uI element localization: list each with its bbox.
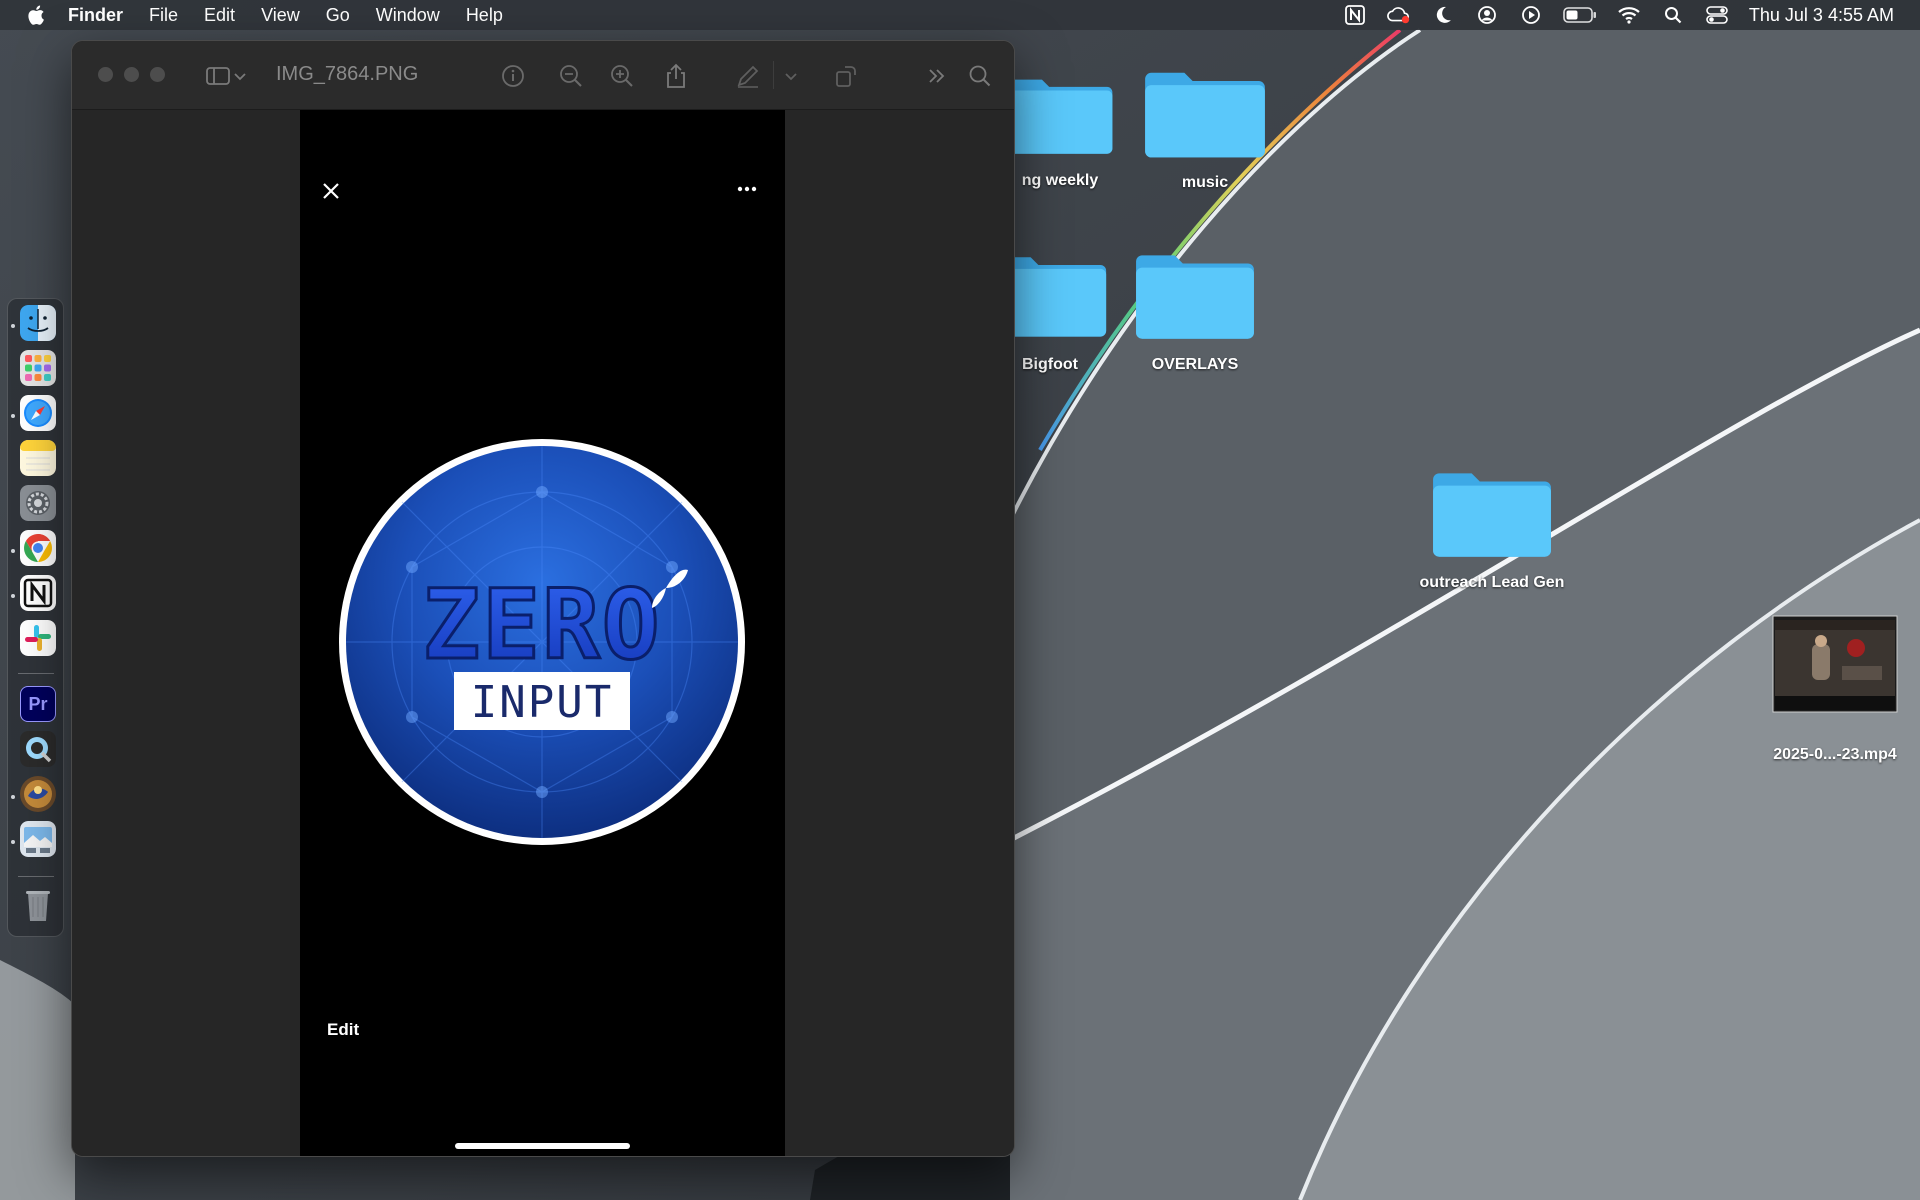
notion-icon[interactable] bbox=[20, 575, 56, 611]
apple-menu-icon[interactable] bbox=[26, 3, 48, 27]
preview-window: IMG_7864.PNG ZERO INPUT Edit bbox=[71, 40, 1015, 1157]
desktop-item-label: OVERLAYS bbox=[1151, 356, 1239, 373]
video-thumbnail bbox=[1772, 615, 1898, 713]
desktop-item-label: music bbox=[1181, 174, 1229, 191]
slack-icon[interactable] bbox=[20, 620, 56, 656]
preview-icon[interactable] bbox=[20, 821, 56, 857]
folder-icon bbox=[1136, 255, 1254, 339]
search-icon[interactable] bbox=[1661, 4, 1685, 26]
zero-input-logo: ZERO INPUT bbox=[339, 439, 745, 845]
dock-separator bbox=[18, 673, 54, 674]
quicktime-icon[interactable] bbox=[20, 731, 56, 767]
chevron-down-icon[interactable] bbox=[784, 63, 798, 89]
folder-icon bbox=[1433, 473, 1551, 557]
desktop-item-label: outreach Lead Gen bbox=[1419, 574, 1565, 591]
running-indicator bbox=[11, 795, 15, 799]
menu-clock[interactable]: Thu Jul 3 4:55 AM bbox=[1749, 5, 1894, 26]
logo-word-input: INPUT bbox=[471, 677, 613, 728]
desktop-item-label: ng weekly bbox=[1021, 172, 1099, 189]
close-icon bbox=[323, 183, 339, 199]
desktop-item-label: 2025-0...-23.mp4 bbox=[1773, 746, 1897, 763]
control-center-icon[interactable] bbox=[1705, 4, 1729, 26]
desktop-folder[interactable]: outreach Lead Gen bbox=[1400, 458, 1584, 592]
running-indicator bbox=[11, 594, 15, 598]
markup-icon[interactable] bbox=[735, 63, 761, 89]
desktop-video-file[interactable]: 2025-0...-23.mp4 bbox=[1750, 614, 1920, 764]
minimize-window-button[interactable] bbox=[124, 67, 139, 82]
sidebar-icon[interactable] bbox=[205, 63, 231, 89]
toolbar-divider bbox=[773, 61, 774, 89]
more-chevrons-icon[interactable] bbox=[924, 63, 950, 89]
system-settings-icon[interactable] bbox=[20, 485, 56, 521]
moon-icon[interactable] bbox=[1431, 4, 1455, 26]
dock: Pr bbox=[7, 298, 64, 937]
close-window-button[interactable] bbox=[98, 67, 113, 82]
running-indicator bbox=[11, 414, 15, 418]
user-circle-icon[interactable] bbox=[1475, 4, 1499, 26]
menu-bar: Finder File Edit View Go Window Help Thu… bbox=[0, 0, 1920, 30]
notes-icon[interactable] bbox=[20, 440, 56, 476]
running-indicator bbox=[11, 549, 15, 553]
desktop-folder[interactable]: music bbox=[1141, 58, 1269, 192]
desktop-folder[interactable]: OVERLAYS bbox=[1130, 240, 1260, 374]
finder-icon[interactable] bbox=[20, 305, 56, 341]
running-indicator bbox=[11, 324, 15, 328]
folder-icon bbox=[1007, 79, 1113, 154]
menu-edit[interactable]: Edit bbox=[204, 0, 235, 30]
zoom-in-icon[interactable] bbox=[609, 63, 635, 89]
window-title: IMG_7864.PNG bbox=[276, 63, 419, 85]
battery-icon[interactable] bbox=[1563, 4, 1597, 26]
app-icon[interactable] bbox=[20, 776, 56, 812]
premiere-pro-icon[interactable]: Pr bbox=[20, 686, 56, 722]
menu-go[interactable]: Go bbox=[326, 0, 350, 30]
edit-label: Edit bbox=[327, 1020, 360, 1039]
zoom-out-icon[interactable] bbox=[558, 63, 584, 89]
play-circle-icon[interactable] bbox=[1519, 4, 1543, 26]
zoom-window-button[interactable] bbox=[150, 67, 165, 82]
rotate-icon[interactable] bbox=[833, 63, 859, 89]
chrome-icon[interactable] bbox=[20, 530, 56, 566]
safari-icon[interactable] bbox=[20, 395, 56, 431]
trash-icon[interactable] bbox=[20, 887, 56, 923]
desktop-folder[interactable]: ng weekly bbox=[1000, 64, 1120, 190]
menu-view[interactable]: View bbox=[261, 0, 300, 30]
launchpad-icon[interactable] bbox=[20, 350, 56, 386]
folder-icon bbox=[1145, 72, 1265, 158]
chevron-down-icon[interactable] bbox=[233, 63, 247, 89]
image-preview: ZERO INPUT Edit bbox=[300, 110, 785, 1156]
search-icon[interactable] bbox=[967, 63, 993, 89]
window-toolbar: IMG_7864.PNG bbox=[72, 41, 1014, 110]
info-icon[interactable] bbox=[500, 63, 526, 89]
more-icon bbox=[737, 186, 757, 192]
logo-word-zero: ZERO bbox=[422, 569, 661, 681]
notion-icon[interactable] bbox=[1343, 4, 1367, 26]
status-area: Thu Jul 3 4:55 AM bbox=[1343, 0, 1920, 30]
document-area[interactable]: ZERO INPUT Edit bbox=[72, 110, 1014, 1156]
menu-window[interactable]: Window bbox=[376, 0, 440, 30]
menu-app-finder[interactable]: Finder bbox=[68, 0, 123, 30]
menu-help[interactable]: Help bbox=[466, 0, 503, 30]
wifi-icon[interactable] bbox=[1617, 4, 1641, 26]
dock-separator bbox=[18, 876, 54, 877]
share-icon[interactable] bbox=[663, 63, 689, 89]
creative-cloud-icon[interactable] bbox=[1387, 4, 1411, 26]
running-indicator bbox=[11, 840, 15, 844]
home-indicator bbox=[455, 1143, 630, 1149]
menu-file[interactable]: File bbox=[149, 0, 178, 30]
